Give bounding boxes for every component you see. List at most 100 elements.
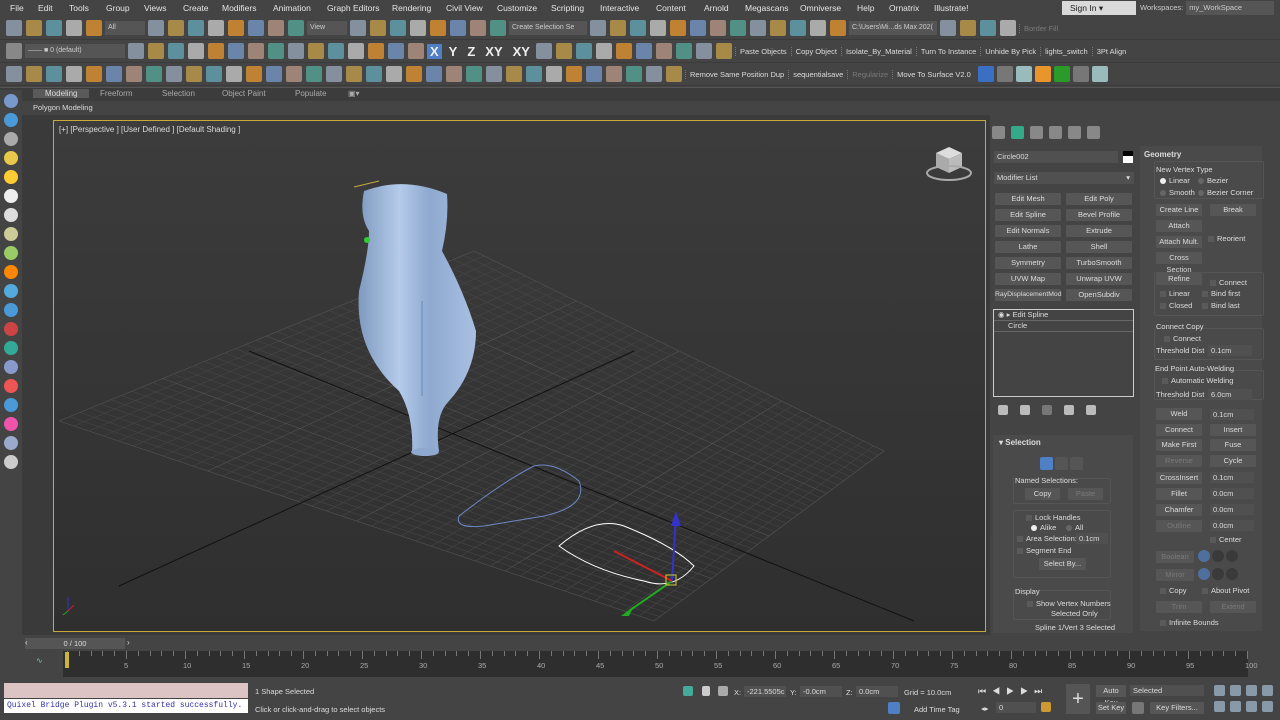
menu-omniverse[interactable]: Omniverse xyxy=(800,3,841,13)
layer-objects-icon[interactable] xyxy=(168,43,184,59)
plugin-tool-23-icon[interactable] xyxy=(446,66,462,82)
light-icon[interactable] xyxy=(4,170,18,184)
particle-icon[interactable] xyxy=(4,360,18,374)
ribbon-toggle-icon[interactable] xyxy=(670,20,686,36)
fp-icon[interactable] xyxy=(1034,66,1051,82)
motion-tab-icon[interactable] xyxy=(1049,126,1062,139)
plugin-tool-20-icon[interactable] xyxy=(386,66,402,82)
angle-snap-icon[interactable] xyxy=(430,20,446,36)
sphere-icon[interactable] xyxy=(4,227,18,241)
snowflake-icon[interactable] xyxy=(675,43,692,59)
colors-icon[interactable] xyxy=(4,417,18,431)
reorient-checkbox[interactable]: Reorient xyxy=(1208,234,1245,243)
tools-icon[interactable] xyxy=(996,66,1013,82)
snap-tool-6-icon[interactable] xyxy=(635,43,652,59)
eraser-icon[interactable] xyxy=(328,43,344,59)
menu-scripting[interactable]: Scripting xyxy=(551,3,584,13)
menu-animation[interactable]: Animation xyxy=(273,3,311,13)
menu-ornatrix[interactable]: Ornatrix xyxy=(889,3,919,13)
brush-icon[interactable] xyxy=(4,341,18,355)
material-editor-icon[interactable] xyxy=(730,20,746,36)
extend-button[interactable]: Extend xyxy=(1210,601,1256,613)
paste-objects-button[interactable]: Paste Objects xyxy=(734,46,791,56)
viewport-label[interactable]: [+] [Perspective ] [User Defined ] [Defa… xyxy=(59,125,240,134)
plugin-tool-8-icon[interactable] xyxy=(146,66,162,82)
key-mode-toggle-icon[interactable]: ◂▸ xyxy=(981,704,989,713)
cross-section-button[interactable]: Cross Section xyxy=(1156,252,1202,274)
spline-mode-icon[interactable] xyxy=(1070,457,1083,470)
set-key-button[interactable]: Set Key xyxy=(1096,702,1126,714)
modifier-edit-poly-button[interactable]: Edit Poly xyxy=(1066,193,1132,205)
isolate-by-material-button[interactable]: Isolate_By_Material xyxy=(840,46,916,56)
constrain-xy-button[interactable]: XY xyxy=(510,44,533,59)
plugin-tool-15-icon[interactable] xyxy=(286,66,302,82)
break-button[interactable]: Break xyxy=(1210,204,1256,216)
y-coordinate-field[interactable]: -0.0cm xyxy=(800,686,842,697)
outline-spinner[interactable]: 0.0cm xyxy=(1210,520,1254,531)
render-setup-icon[interactable] xyxy=(750,20,766,36)
crossinsert-button[interactable]: CrossInsert xyxy=(1156,472,1202,484)
constrain-x-button[interactable]: X xyxy=(427,43,442,59)
plugin-tool-26-icon[interactable] xyxy=(506,66,522,82)
modifier-turbosmooth-button[interactable]: TurboSmooth xyxy=(1066,257,1132,269)
modify-tab-icon[interactable] xyxy=(1011,126,1024,139)
plugin-tool-21-icon[interactable] xyxy=(406,66,422,82)
cone-icon[interactable] xyxy=(4,208,18,222)
sun-icon[interactable] xyxy=(4,284,18,298)
ribbon-options-icon[interactable]: ▣▾ xyxy=(348,89,360,98)
modifier-symmetry-button[interactable]: Symmetry xyxy=(995,257,1061,269)
torus-icon[interactable] xyxy=(4,246,18,260)
plugin-tool-6-icon[interactable] xyxy=(106,66,122,82)
copy-object-button[interactable]: Copy Object xyxy=(790,46,841,56)
display-tab-icon[interactable] xyxy=(1068,126,1081,139)
cycle-button[interactable]: Cycle xyxy=(1210,455,1256,467)
bones-icon[interactable] xyxy=(348,43,364,59)
perspective-viewport[interactable]: [+] [Perspective ] [User Defined ] [Defa… xyxy=(53,120,986,632)
walk-through-icon[interactable] xyxy=(1230,701,1241,712)
absolute-mode-icon[interactable] xyxy=(718,686,728,696)
sphere-2-icon[interactable] xyxy=(4,398,18,412)
turn-to-instance-button[interactable]: Turn To Instance xyxy=(915,46,980,56)
xy-plane-icon[interactable] xyxy=(695,43,712,59)
plugin-tool-14-icon[interactable] xyxy=(266,66,282,82)
move-icon[interactable] xyxy=(228,20,244,36)
target-icon[interactable] xyxy=(4,303,18,317)
plugin-tool-22-icon[interactable] xyxy=(426,66,442,82)
set-key-big-icon[interactable]: + xyxy=(1066,684,1090,714)
frame-icon[interactable] xyxy=(4,132,18,146)
bind-first-checkbox[interactable]: Bind first xyxy=(1202,289,1240,298)
hierarchy-tab-icon[interactable] xyxy=(1030,126,1043,139)
material-icon[interactable] xyxy=(268,43,284,59)
modifier-edit-spline-button[interactable]: Edit Spline xyxy=(995,209,1061,221)
x-coordinate-field[interactable]: -221.5505c xyxy=(744,686,786,697)
chamfer-button[interactable]: Chamfer xyxy=(1156,504,1202,516)
pin-stack-icon[interactable] xyxy=(998,405,1008,415)
time-config-icon[interactable] xyxy=(1041,702,1051,712)
teapot-2-icon[interactable] xyxy=(4,265,18,279)
plugin-tool-31-icon[interactable] xyxy=(606,66,622,82)
mirror-vertical-icon[interactable] xyxy=(1212,568,1224,580)
layer-dropdown[interactable]: —— ■ 0 (default) xyxy=(25,44,125,58)
plugin-tool-18-icon[interactable] xyxy=(346,66,362,82)
key-filters-button[interactable]: Key Filters... xyxy=(1150,702,1204,714)
plugin-tool-1-icon[interactable] xyxy=(6,66,22,82)
fov-icon[interactable] xyxy=(1214,701,1225,712)
menu-illustrate-[interactable]: Illustrate! xyxy=(934,3,969,13)
area-selection-spinner[interactable]: 0.1cm xyxy=(1076,533,1108,544)
plugin-tool-5-icon[interactable] xyxy=(86,66,102,82)
constrain-xy-button[interactable]: XY xyxy=(482,44,505,59)
box-icon[interactable] xyxy=(4,189,18,203)
select-by-name-icon[interactable] xyxy=(168,20,184,36)
rotate-icon[interactable] xyxy=(248,20,264,36)
pivot-icon[interactable] xyxy=(350,20,366,36)
ep-threshold-spinner[interactable]: 6.0cm xyxy=(1208,389,1252,400)
zoom-icon[interactable] xyxy=(1214,685,1225,696)
sphere-icon[interactable] xyxy=(288,43,304,59)
named-paste-button[interactable]: Paste xyxy=(1068,488,1103,500)
mirror-button[interactable]: Mirror xyxy=(1156,569,1194,581)
plugin-tool-12-icon[interactable] xyxy=(226,66,242,82)
render-icon[interactable] xyxy=(790,20,806,36)
menu-rendering[interactable]: Rendering xyxy=(392,3,431,13)
cloth-icon[interactable] xyxy=(308,43,324,59)
all-radio[interactable]: All xyxy=(1066,523,1083,532)
